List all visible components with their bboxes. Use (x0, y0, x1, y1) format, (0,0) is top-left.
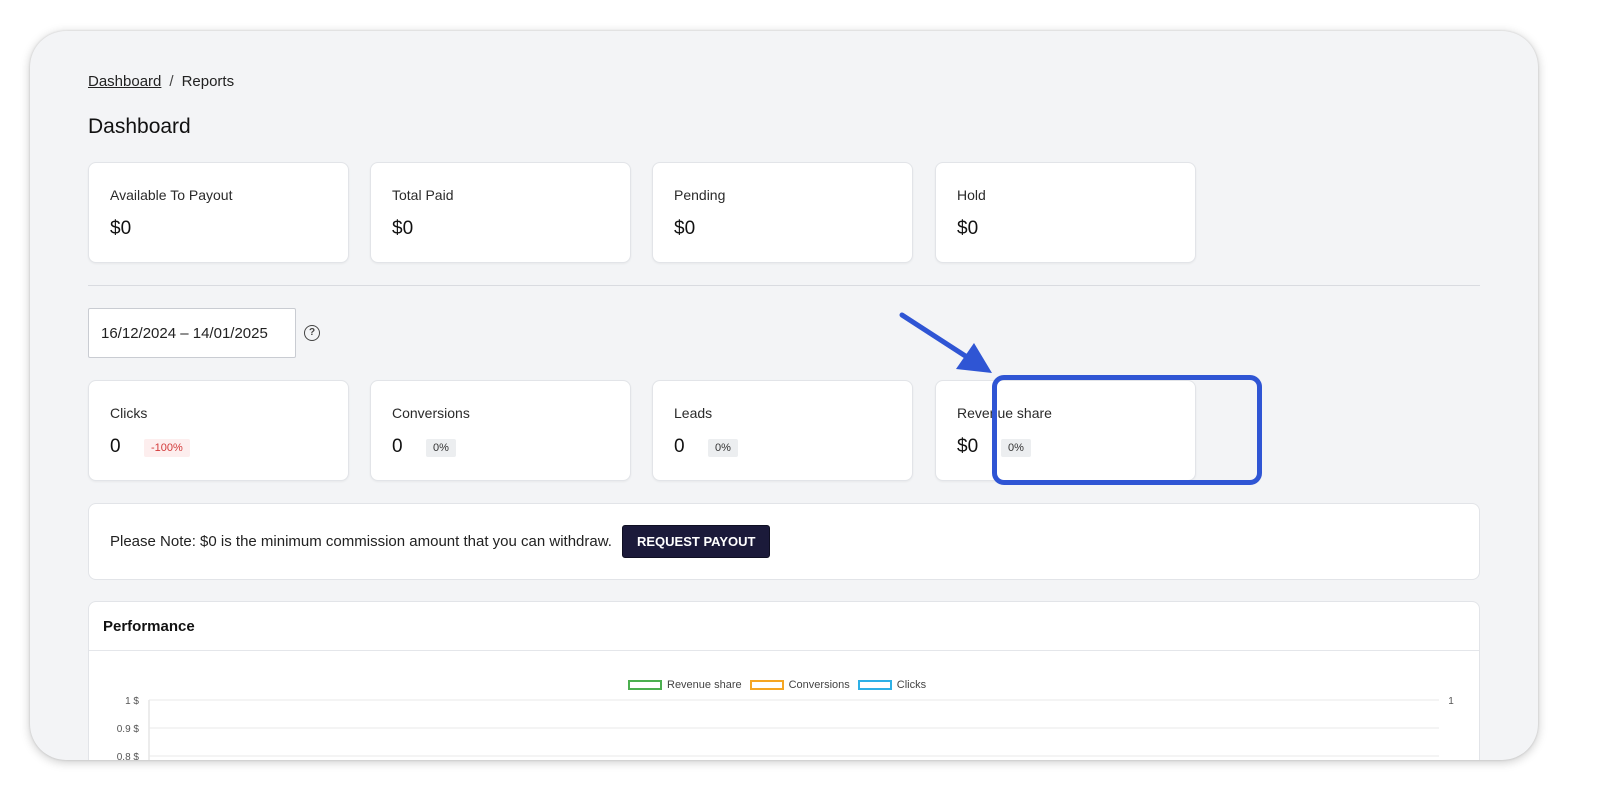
panel-divider (89, 650, 1479, 651)
legend-swatch (857, 680, 892, 690)
annotation-arrow-icon (899, 312, 992, 373)
hold-card: Hold $0 (935, 162, 1196, 263)
performance-chart: 1 $ 0.9 $ 0.8 $ 1 (117, 696, 1454, 760)
performance-panel: Performance Revenue share Conversions Cl… (88, 601, 1480, 760)
payout-note-panel: Please Note: $0 is the minimum commissio… (88, 503, 1480, 580)
change-badge: -100% (144, 439, 190, 457)
card-value: $0 (392, 218, 414, 239)
card-value: 0 (110, 436, 121, 457)
card-value: $0 (110, 218, 132, 239)
y-tick-label: 0.9 $ (117, 724, 140, 735)
leads-card: Leads 0 0% (652, 380, 913, 481)
breadcrumb-current: Reports (181, 73, 235, 90)
date-range-picker[interactable]: 16/12/2024 – 14/01/2025 (88, 308, 296, 358)
available-to-payout-card: Available To Payout $0 (88, 162, 349, 263)
legend-swatch (628, 680, 662, 690)
y-tick-label: 1 $ (125, 696, 139, 707)
card-value: 0 (674, 436, 685, 457)
y-right-tick-label: 1 (1448, 696, 1454, 707)
conversions-card: Conversions 0 0% (370, 380, 631, 481)
clicks-card: Clicks 0 -100% (88, 380, 349, 481)
breadcrumb: Dashboard / Reports (88, 73, 234, 90)
card-value: $0 (957, 436, 979, 457)
card-label: Hold (957, 187, 986, 203)
performance-title: Performance (103, 618, 195, 635)
annotation-highlight-box (992, 375, 1262, 485)
card-label: Conversions (392, 405, 470, 421)
card-label: Clicks (110, 405, 148, 421)
card-value: 0 (392, 436, 403, 457)
change-badge: 0% (708, 439, 738, 457)
breadcrumb-dashboard-link[interactable]: Dashboard (88, 73, 161, 90)
card-label: Available To Payout (110, 187, 233, 203)
card-label: Leads (674, 405, 713, 421)
card-value: $0 (957, 218, 979, 239)
payout-note-text: Please Note: $0 is the minimum commissio… (110, 533, 612, 550)
section-divider (88, 285, 1480, 286)
y-tick-label: 0.8 $ (117, 752, 140, 760)
card-label: Pending (674, 187, 726, 203)
breadcrumb-separator: / (169, 73, 174, 90)
card-value: $0 (674, 218, 696, 239)
help-icon[interactable]: ? (304, 325, 320, 341)
page-title: Dashboard (88, 115, 191, 138)
change-badge: 0% (426, 439, 456, 457)
total-paid-card: Total Paid $0 (370, 162, 631, 263)
card-label: Total Paid (392, 187, 454, 203)
legend-swatch (749, 680, 784, 690)
pending-card: Pending $0 (652, 162, 913, 263)
request-payout-button[interactable]: REQUEST PAYOUT (622, 525, 771, 558)
browser-frame: Dashboard / Reports Dashboard Available … (30, 31, 1538, 760)
